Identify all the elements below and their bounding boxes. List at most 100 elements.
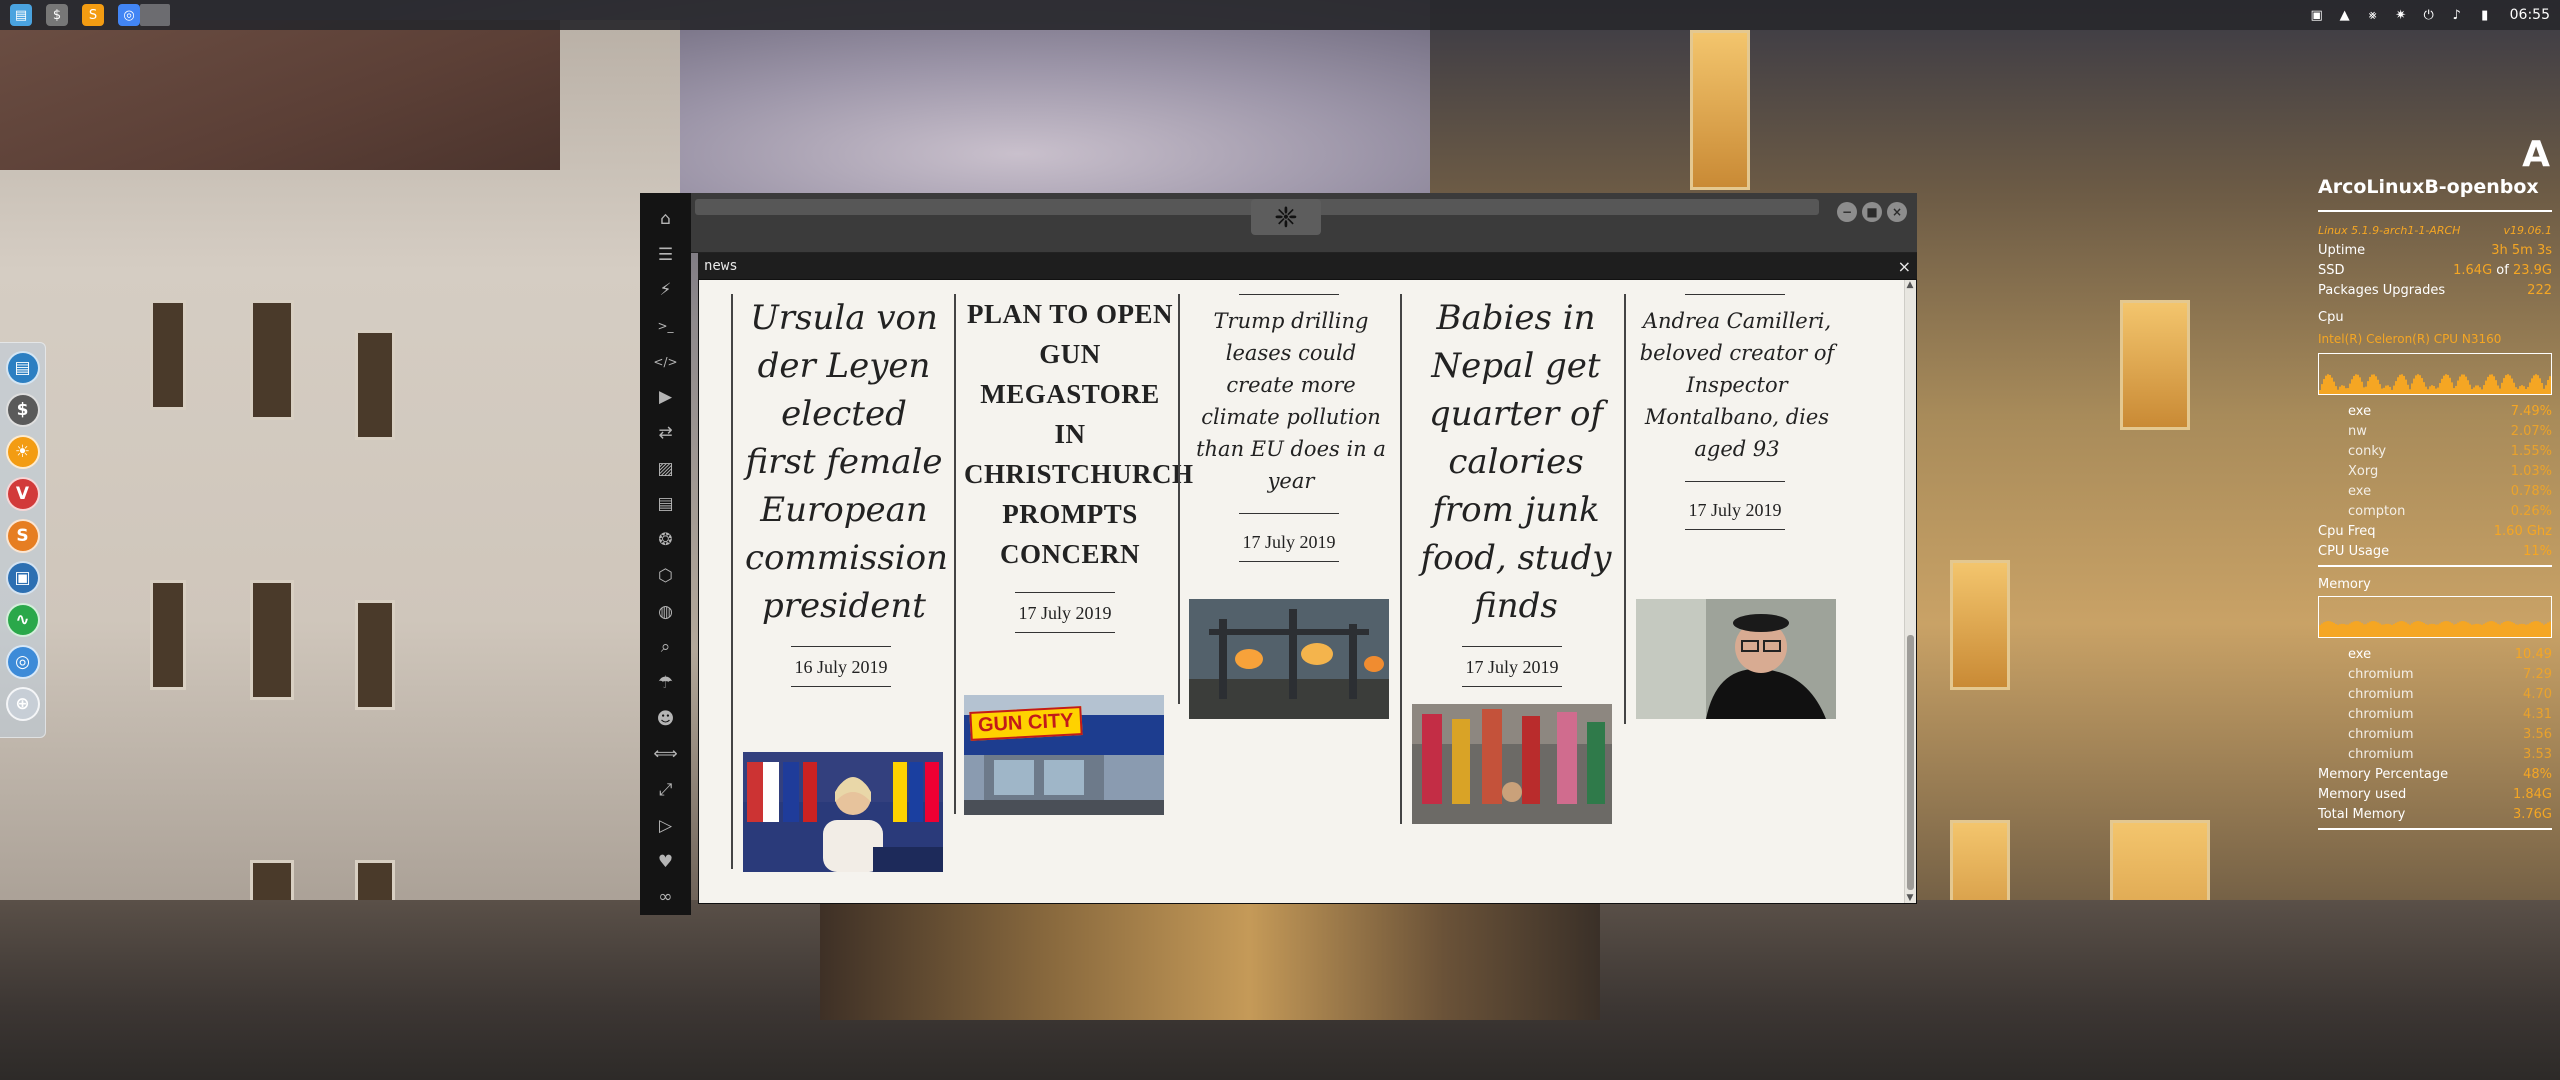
power-icon[interactable]: ⏻ (2420, 6, 2438, 24)
article-title[interactable]: Trump drilling leases could create more … (1178, 305, 1400, 497)
process-value: 1.55% (2510, 443, 2552, 459)
maximize-icon: ■ (1866, 205, 1878, 219)
scroll-thumb[interactable] (1907, 635, 1914, 890)
tab-news[interactable]: news (704, 258, 738, 274)
process-name: Xorg (2348, 463, 2379, 479)
graph-bar (2419, 375, 2421, 394)
folder-icon-glyph: ▤ (14, 7, 28, 23)
s-icon[interactable]: S (5, 519, 40, 553)
separator (2318, 210, 2552, 212)
home-icon[interactable]: ⌂ (651, 201, 681, 237)
left-dock: ▤ $ ☀ V S ▣ ∿ ◎ ⊕ (0, 342, 46, 738)
dollar-icon[interactable]: $ (5, 393, 40, 427)
article-card[interactable]: PLAN TO OPEN GUN MEGASTORE IN CHRISTCHUR… (954, 280, 1193, 815)
graph-bar (2535, 374, 2537, 394)
article-card[interactable]: Babies in Nepal get quarter of calories … (1400, 280, 1624, 824)
graph-bar (2449, 621, 2451, 637)
process-name: exe (2348, 646, 2372, 662)
scroll-down-icon[interactable]: ▼ (1905, 893, 1915, 903)
arrows-icon[interactable]: ⟺ (651, 737, 681, 773)
article-title[interactable]: Andrea Camilleri, beloved creator of Ins… (1624, 305, 1846, 465)
sun-icon[interactable]: ☀ (5, 435, 40, 469)
volume-icon[interactable]: ♪ (2448, 6, 2466, 24)
article-thumbnail[interactable] (1636, 599, 1836, 719)
column-divider (954, 294, 956, 814)
screenshot-icon[interactable]: ▣ (5, 561, 40, 595)
youtube-icon[interactable]: ▷ (651, 808, 681, 844)
graph-bar (2483, 623, 2485, 637)
clock[interactable]: 06:55 (2510, 7, 2550, 23)
wallpaper-window (150, 300, 186, 410)
globe-icon[interactable]: ⊕ (5, 687, 40, 721)
heart-icon[interactable]: ♥ (651, 844, 681, 880)
divider-rule (1239, 294, 1339, 295)
graph-bar (2457, 380, 2459, 394)
article-card[interactable]: Andrea Camilleri, beloved creator of Ins… (1624, 280, 1846, 724)
update-icon[interactable]: ▲ (2336, 6, 2354, 24)
graph-bar (2493, 621, 2495, 637)
network-icon[interactable]: ▣ (2308, 6, 2326, 24)
expand-icon[interactable]: ⤢ (651, 772, 681, 808)
window-titlebar[interactable]: ❈ − ■ × (691, 193, 1917, 253)
image-icon[interactable]: ▨ (651, 451, 681, 487)
vertical-scrollbar[interactable]: ▲ ▼ (1904, 280, 1916, 903)
battery-icon[interactable]: ▮ (2476, 6, 2494, 24)
infinity-icon[interactable]: ∞ (651, 879, 681, 915)
document-icon[interactable]: ☰ (651, 237, 681, 273)
lightning-icon[interactable]: ⚡ (651, 272, 681, 308)
graph-bar (2325, 375, 2327, 394)
article-thumbnail[interactable] (1412, 704, 1612, 824)
article-thumbnail[interactable] (743, 752, 943, 872)
activity-icon[interactable]: ∿ (5, 603, 40, 637)
folder-icon[interactable]: ▤ (10, 4, 32, 26)
graph-bar (2541, 623, 2543, 637)
news-icon[interactable]: ▤ (651, 487, 681, 523)
graph-bar (2495, 380, 2497, 394)
graph-bar (2503, 378, 2505, 394)
chrome-icon[interactable]: ◎ (118, 4, 140, 26)
graph-bar (2477, 623, 2479, 637)
contact-icon[interactable]: ☻ (651, 701, 681, 737)
packages-label: Packages Upgrades (2318, 282, 2446, 298)
globe-icon[interactable]: ◍ (651, 594, 681, 630)
graph-bar (2471, 624, 2473, 637)
article-title[interactable]: Ursula von der Leyen elected first femal… (731, 294, 951, 630)
graph-bar (2481, 389, 2483, 394)
article-card[interactable]: Trump drilling leases could create more … (1178, 280, 1400, 719)
article-card[interactable]: Ursula von der Leyen elected first femal… (731, 280, 951, 872)
search-icon[interactable]: ⌕ (651, 629, 681, 665)
graph-bar (2363, 387, 2365, 394)
active-task-button[interactable] (140, 4, 170, 26)
vivaldi-icon[interactable]: V (5, 477, 40, 511)
chromium-icon[interactable]: ◎ (5, 645, 40, 679)
graph-bar (2377, 379, 2379, 394)
graph-bar (2399, 374, 2401, 394)
article-thumbnail[interactable]: GUN CITY (964, 695, 1164, 815)
rebel-logo-icon[interactable]: ❈ (1251, 199, 1321, 235)
ssd-label: SSD (2318, 262, 2345, 278)
maximize-button[interactable]: ■ (1862, 202, 1882, 222)
article-title[interactable]: PLAN TO OPEN GUN MEGASTORE IN CHRISTCHUR… (954, 294, 1193, 574)
graph-bar (2531, 378, 2533, 394)
graph-bar (2385, 385, 2387, 394)
code-icon[interactable]: </> (651, 344, 681, 380)
tab-close-icon[interactable]: × (1898, 257, 1911, 276)
article-thumbnail[interactable] (1189, 599, 1389, 719)
umbrella-icon[interactable]: ☂ (651, 665, 681, 701)
alert-icon[interactable]: ✷ (2392, 6, 2410, 24)
terminal-icon[interactable]: >_ (651, 308, 681, 344)
sublime-text-icon[interactable]: S (82, 4, 104, 26)
aperture-icon[interactable]: ❂ (651, 522, 681, 558)
bluetooth-icon[interactable]: ⨳ (2364, 6, 2382, 24)
close-button[interactable]: × (1887, 202, 1907, 222)
play-icon[interactable]: ▶ (651, 380, 681, 416)
minimize-button[interactable]: − (1837, 202, 1857, 222)
translate-icon[interactable]: ⇄ (651, 415, 681, 451)
wallpaper-roof-left (0, 20, 560, 170)
scroll-up-icon[interactable]: ▲ (1905, 280, 1915, 290)
dollar-terminal-icon[interactable]: $ (46, 4, 68, 26)
files-icon[interactable]: ▤ (5, 351, 40, 385)
hostname: ArcoLinuxB-openbox (2318, 176, 2539, 198)
article-title[interactable]: Babies in Nepal get quarter of calories … (1400, 294, 1624, 630)
hexagon-icon[interactable]: ⬡ (651, 558, 681, 594)
